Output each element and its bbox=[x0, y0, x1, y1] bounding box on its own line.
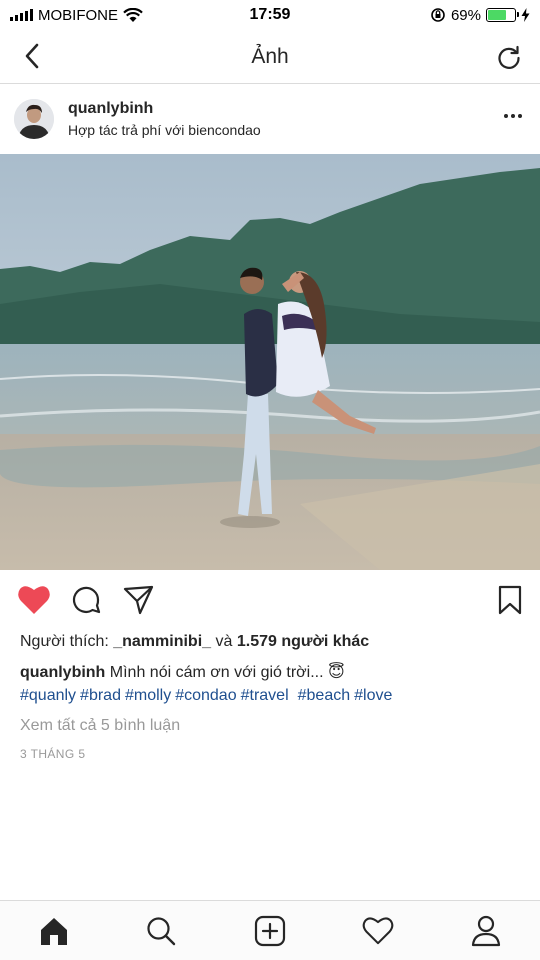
likes-prefix: Người thích: bbox=[20, 633, 114, 650]
action-bar bbox=[0, 582, 540, 622]
hashtag-link[interactable]: #molly bbox=[125, 687, 171, 704]
charging-bolt-icon bbox=[521, 8, 530, 22]
status-bar: MOBIFONE 17:59 69% bbox=[0, 0, 540, 30]
caption: quanlybinh Mình nói cám ơn với gió trời.… bbox=[20, 662, 345, 682]
wifi-icon bbox=[123, 7, 143, 22]
search-icon bbox=[147, 917, 176, 946]
battery-fill bbox=[488, 10, 506, 20]
hashtag-link[interactable]: #quanly bbox=[20, 687, 76, 704]
heart-icon bbox=[18, 586, 50, 614]
comment-icon bbox=[72, 586, 101, 614]
refresh-icon bbox=[498, 45, 520, 69]
share-direct-icon bbox=[123, 585, 154, 615]
tab-new-post[interactable] bbox=[252, 913, 288, 949]
beach-photo bbox=[0, 154, 540, 570]
orientation-lock-icon bbox=[431, 8, 445, 22]
likes-mid: và bbox=[211, 633, 237, 650]
add-post-icon bbox=[254, 915, 286, 947]
tab-search[interactable] bbox=[143, 913, 179, 949]
battery-icon bbox=[486, 8, 519, 22]
caption-text: Mình nói cám ơn với gió trời... 😇 bbox=[105, 664, 345, 681]
likes-text: Người thích: _namminibi_ và 1.579 người … bbox=[20, 633, 369, 651]
likes-count[interactable]: 1.579 người khác bbox=[237, 633, 369, 650]
hashtag-link[interactable]: #travel bbox=[241, 687, 289, 704]
tab-activity[interactable] bbox=[360, 913, 396, 949]
status-right: 69% bbox=[430, 7, 530, 24]
tab-profile[interactable] bbox=[468, 913, 504, 949]
comment-button[interactable] bbox=[68, 582, 104, 618]
tab-home[interactable] bbox=[36, 913, 72, 949]
hashtag-link[interactable]: #brad bbox=[80, 687, 121, 704]
post-photo[interactable] bbox=[0, 154, 540, 570]
profile-icon bbox=[471, 915, 501, 947]
post-username[interactable]: quanlybinh bbox=[68, 100, 261, 118]
view-all-comments-link[interactable]: Xem tất cả 5 bình luận bbox=[20, 717, 180, 735]
refresh-button[interactable] bbox=[492, 40, 526, 74]
caption-username[interactable]: quanlybinh bbox=[20, 664, 105, 681]
status-left: MOBIFONE bbox=[10, 7, 143, 24]
home-icon bbox=[41, 918, 67, 945]
carrier-name: MOBIFONE bbox=[38, 6, 119, 24]
bottom-tab-bar bbox=[0, 900, 540, 960]
hashtag-link[interactable]: #beach bbox=[298, 687, 351, 704]
more-dot-icon bbox=[518, 114, 522, 118]
post-date: 3 THÁNG 5 bbox=[20, 747, 86, 761]
post-user-info: quanlybinh Hợp tác trả phí với bienconda… bbox=[68, 100, 261, 138]
signal-icon bbox=[10, 9, 33, 21]
page-title: Ảnh bbox=[251, 44, 289, 68]
nav-header: Ảnh bbox=[0, 30, 540, 84]
more-dot-icon bbox=[511, 114, 515, 118]
hashtag-link[interactable]: #love bbox=[354, 687, 392, 704]
hashtag-link[interactable]: #condao bbox=[175, 687, 236, 704]
sponsor-prefix: Hợp tác trả phí với bbox=[68, 122, 189, 138]
bookmark-icon bbox=[498, 585, 522, 615]
sponsor-partner[interactable]: biencondao bbox=[188, 122, 260, 138]
hashtags: #quanly #brad #molly #condao #travel #beach #l… bbox=[20, 687, 396, 705]
paid-partnership-label: Hợp tác trả phí với biencondao bbox=[68, 122, 261, 138]
like-button[interactable] bbox=[16, 582, 52, 618]
back-button[interactable] bbox=[16, 40, 48, 72]
post-header: quanlybinh Hợp tác trả phí với bienconda… bbox=[0, 84, 540, 154]
save-button[interactable] bbox=[492, 582, 528, 618]
chevron-left-icon bbox=[25, 43, 39, 69]
share-button[interactable] bbox=[120, 582, 156, 618]
activity-heart-icon bbox=[362, 917, 394, 945]
avatar[interactable] bbox=[14, 99, 54, 139]
more-dot-icon bbox=[504, 114, 508, 118]
battery-percent: 69% bbox=[450, 6, 481, 24]
more-options-button[interactable] bbox=[504, 110, 522, 122]
liked-by-user[interactable]: _namminibi_ bbox=[113, 633, 211, 650]
